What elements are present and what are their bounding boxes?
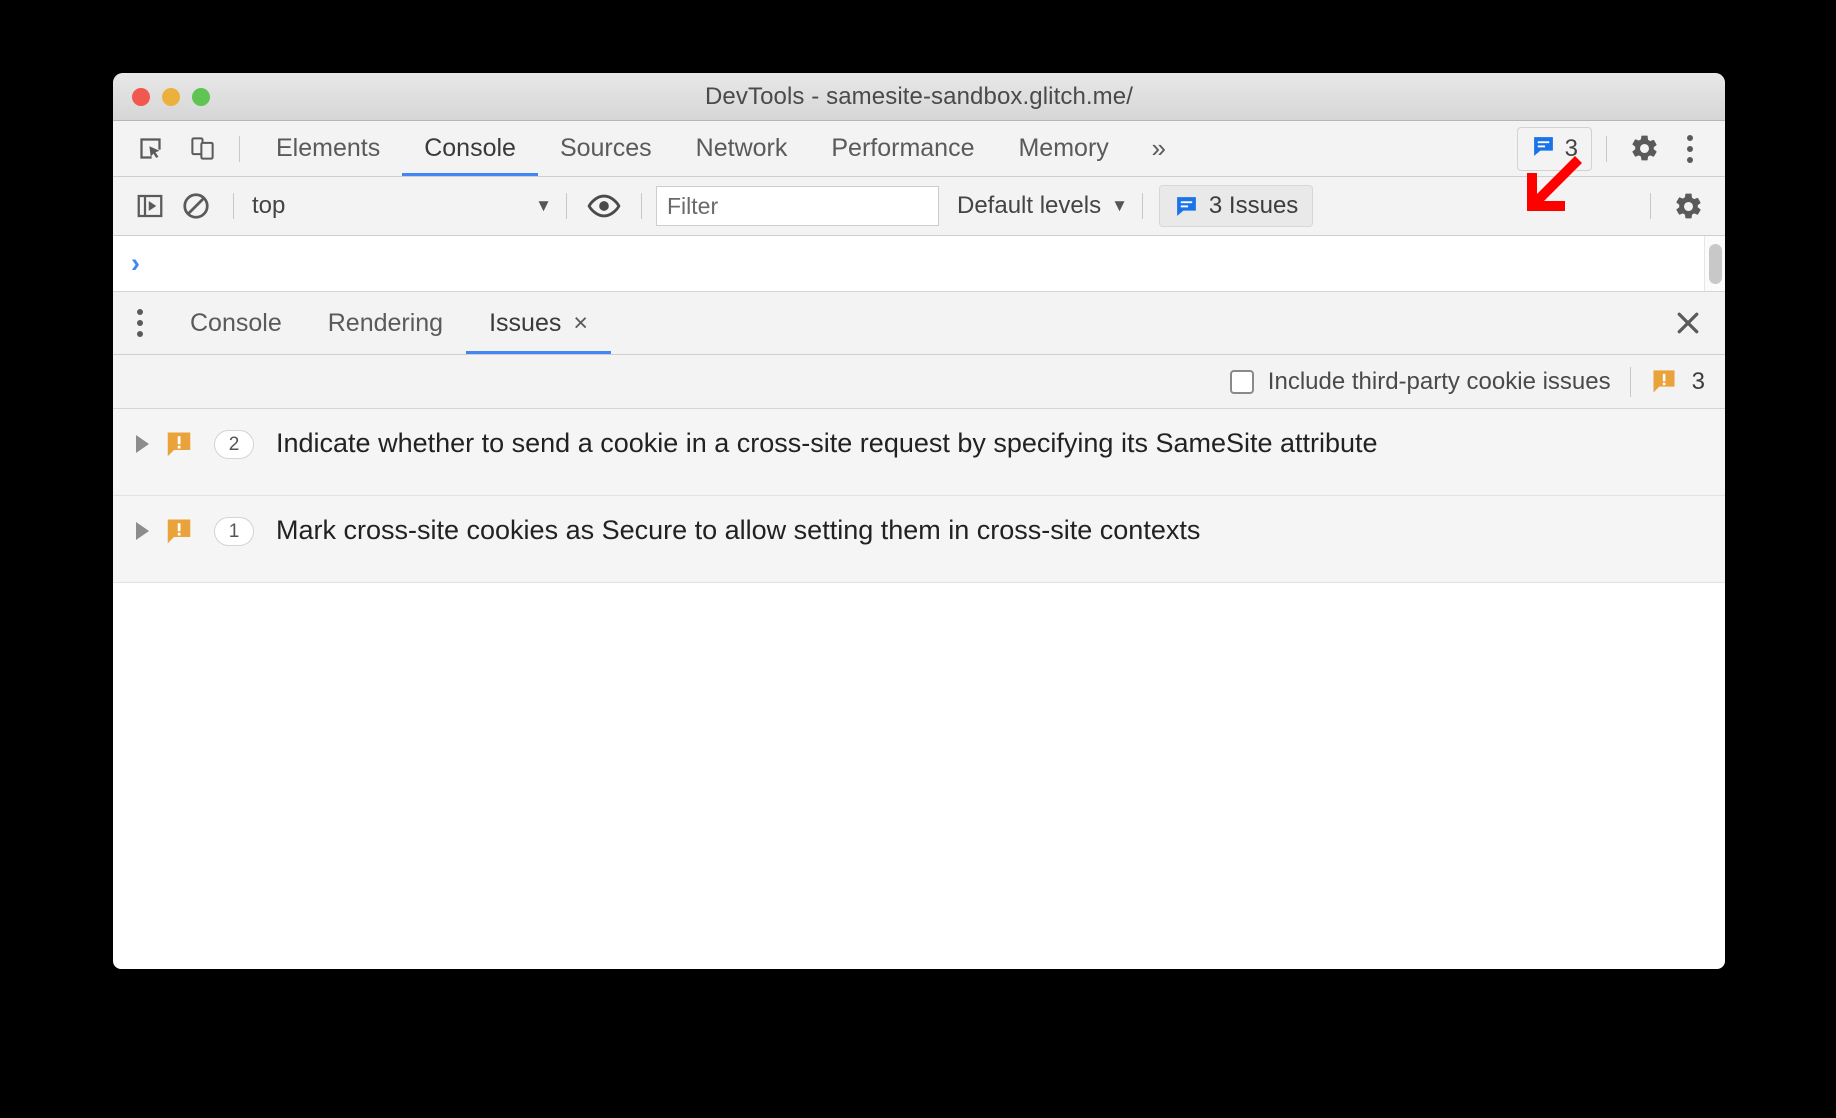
issue-title: Mark cross-site cookies as Secure to all…: [276, 515, 1201, 545]
more-tabs-glyph: »: [1151, 133, 1167, 163]
issue-message-icon: [1531, 134, 1556, 164]
expand-issue-icon[interactable]: [122, 426, 162, 453]
triangle-right-glyph: [135, 435, 149, 453]
drawer-tab-issues[interactable]: Issues ×: [466, 292, 611, 354]
third-party-cookies-checkbox[interactable]: [1229, 369, 1254, 394]
issue-count-badge: 1: [214, 517, 254, 546]
issue-count-badge: 2: [214, 430, 254, 459]
execution-context-value: top: [252, 192, 286, 219]
console-toolbar: top ▼ Filter Default levels ▼ 3 Issues: [113, 177, 1725, 236]
execution-context-selector[interactable]: top ▼: [248, 192, 552, 220]
console-toolbar-right-group: [1636, 184, 1711, 228]
kebab-menu-icon[interactable]: [1667, 127, 1713, 171]
tab-memory-label: Memory: [1018, 134, 1109, 162]
tabbar-right-separator: [1606, 135, 1607, 162]
tabbar-separator: [239, 135, 240, 162]
filter-placeholder: Filter: [667, 192, 719, 219]
chevron-down-icon: ▼: [1111, 196, 1128, 215]
console-prompt-area[interactable]: ›: [113, 236, 1725, 292]
third-party-cookies-checkbox-row[interactable]: Include third-party cookie issues: [1229, 367, 1611, 396]
console-scrollbar[interactable]: [1704, 236, 1725, 291]
issue-title: Indicate whether to send a cookie in a c…: [276, 428, 1378, 458]
console-toolbar-separator-5: [1650, 193, 1651, 219]
tab-sources-label: Sources: [559, 134, 652, 162]
tab-elements[interactable]: Elements: [254, 121, 402, 176]
console-toolbar-separator-3: [641, 193, 642, 219]
tab-performance-label: Performance: [831, 134, 975, 162]
issue-row[interactable]: 1 Mark cross-site cookies as Secure to a…: [113, 496, 1725, 583]
issues-toolbar-separator: [1629, 366, 1631, 397]
tabbar-right-group: 3: [1516, 126, 1725, 171]
issue-warning-icon: [1650, 368, 1678, 396]
console-toolbar-separator-1: [233, 193, 234, 219]
log-levels-label: Default levels: [957, 192, 1102, 219]
console-toolbar-separator-2: [566, 193, 567, 219]
inspect-element-icon[interactable]: [127, 127, 173, 171]
gear-icon[interactable]: [1665, 184, 1711, 228]
tab-network[interactable]: Network: [674, 121, 810, 176]
issues-empty-area: [113, 583, 1725, 913]
issues-toolbar-button[interactable]: 3 Issues: [1158, 185, 1314, 227]
kebab-dots: [1687, 134, 1693, 163]
device-toolbar-icon[interactable]: [179, 127, 225, 171]
drawer-tab-rendering[interactable]: Rendering: [305, 292, 466, 354]
console-prompt-caret: ›: [131, 248, 140, 278]
window-titlebar: DevTools - samesite-sandbox.glitch.me/: [113, 73, 1725, 121]
drawer-tabbar: Console Rendering Issues ×: [113, 292, 1725, 355]
issues-list: 2 Indicate whether to send a cookie in a…: [113, 409, 1725, 913]
tab-memory[interactable]: Memory: [996, 121, 1130, 176]
issue-row[interactable]: 2 Indicate whether to send a cookie in a…: [113, 409, 1725, 496]
issues-button-label: 3 Issues: [1208, 192, 1299, 219]
drawer-tab-console-label: Console: [190, 308, 282, 337]
tab-sources[interactable]: Sources: [538, 121, 674, 176]
issues-count-value: 3: [1564, 134, 1578, 162]
drawer-tab-console[interactable]: Console: [167, 292, 305, 354]
expand-issue-icon[interactable]: [122, 513, 162, 540]
issues-panel-toolbar: Include third-party cookie issues 3: [113, 355, 1725, 409]
issues-total-count: 3: [1691, 367, 1705, 395]
main-tabbar: Elements Console Sources Network Perform…: [113, 121, 1725, 177]
gear-icon[interactable]: [1621, 127, 1667, 171]
close-icon: [1677, 312, 1699, 334]
chevron-down-icon: ▼: [535, 196, 552, 215]
console-toolbar-separator-4: [1141, 193, 1143, 219]
drawer-tab-rendering-label: Rendering: [327, 308, 444, 337]
tab-console-label: Console: [424, 134, 516, 162]
drawer-more-icon[interactable]: [113, 292, 167, 354]
drawer-kebab-dots: [137, 309, 143, 337]
tabbar-left-icons: [127, 127, 225, 171]
close-drawer-button[interactable]: [1651, 292, 1725, 354]
drawer-tab-issues-label: Issues: [489, 308, 562, 337]
main-tabs: Elements Console Sources Network Perform…: [254, 121, 1131, 176]
close-icon[interactable]: ×: [573, 310, 588, 336]
tab-console[interactable]: Console: [402, 121, 538, 176]
filter-input[interactable]: Filter: [656, 186, 939, 226]
tab-elements-label: Elements: [276, 134, 381, 162]
tab-performance[interactable]: Performance: [809, 121, 996, 176]
log-levels-selector[interactable]: Default levels ▼: [957, 192, 1128, 220]
console-sidebar-icon[interactable]: [127, 184, 173, 228]
issue-warning-icon: [162, 426, 196, 460]
devtools-window: DevTools - samesite-sandbox.glitch.me/ E…: [113, 73, 1725, 969]
tab-network-label: Network: [695, 134, 788, 162]
issues-count-badge[interactable]: 3: [1516, 126, 1592, 171]
live-expression-icon[interactable]: [581, 184, 627, 228]
window-title: DevTools - samesite-sandbox.glitch.me/: [705, 82, 1133, 110]
more-tabs-chevron-icon[interactable]: »: [1131, 121, 1187, 176]
triangle-right-glyph: [135, 522, 149, 540]
issue-warning-icon: [162, 513, 196, 547]
issue-message-icon: [1174, 194, 1199, 219]
console-scrollbar-thumb[interactable]: [1708, 243, 1722, 284]
clear-console-icon[interactable]: [173, 184, 219, 228]
third-party-cookies-label: Include third-party cookie issues: [1267, 367, 1611, 395]
